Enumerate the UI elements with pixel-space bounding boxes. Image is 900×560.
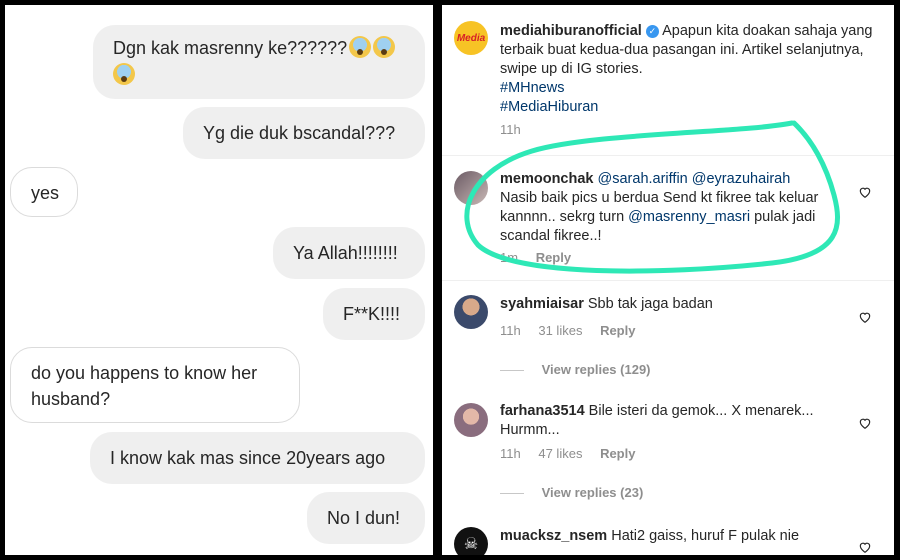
heart-icon[interactable] [858, 185, 872, 199]
message-text: yes [31, 183, 60, 203]
avatar[interactable] [454, 171, 488, 205]
comment-likes[interactable]: 31 likes [538, 323, 582, 338]
comment-meta: 11h 47 likes Reply [500, 446, 649, 461]
verified-badge-icon: ✓ [645, 25, 659, 38]
avatar[interactable] [454, 403, 488, 437]
comment-time: 11h [500, 446, 521, 461]
heart-icon[interactable] [858, 416, 872, 430]
chat-message: Dgn kak masrenny ke?????? [93, 25, 425, 99]
skull-icon: ☠ [463, 536, 479, 553]
mention-link[interactable]: @masrenny_masri [628, 209, 750, 225]
comment-text: syahmiaisar Sbb tak jaga badan [500, 295, 840, 314]
comment-time: 1m [500, 250, 519, 265]
post-meta: 11h [500, 122, 535, 137]
media-logo: Media [456, 32, 486, 44]
comment-username[interactable]: syahmiaisar [500, 296, 584, 312]
reply-button[interactable]: Reply [600, 446, 635, 461]
message-text: I know kak mas since 20years ago [110, 448, 386, 468]
post-time: 11h [500, 122, 521, 137]
chat-message: No I dun! [307, 492, 425, 544]
comment-username[interactable]: muacksz_nsem [500, 528, 607, 544]
chat-message: I know kak mas since 20years ago [90, 432, 425, 484]
mention-link[interactable]: @eyrazuhairah [692, 171, 791, 187]
comment-username[interactable]: farhana3514 [500, 403, 585, 419]
avatar[interactable]: ☠ [454, 527, 488, 555]
chat-message: F**K!!!! [323, 288, 425, 340]
comment-body: Sbb tak jaga badan [587, 296, 713, 312]
hashtag-link[interactable]: #MediaHiburan [500, 98, 875, 117]
message-text: No I dun! [327, 508, 401, 528]
view-replies-label: View replies (129) [541, 362, 651, 377]
heart-icon[interactable] [858, 540, 872, 554]
chat-message: Yg die duk bscandal??? [183, 107, 425, 159]
comment-time: 11h [500, 323, 521, 338]
post-caption: mediahiburanofficial ✓ Apapun kita doaka… [500, 22, 875, 117]
view-replies-label: View replies (23) [541, 485, 644, 500]
comment-username[interactable]: memoonchak [500, 171, 593, 187]
message-text: do you happens to know her husband? [31, 363, 258, 409]
chat-message: do you happens to know her husband? [10, 347, 300, 423]
chat-message: yes [10, 167, 78, 217]
view-replies-button[interactable]: View replies (23) [500, 485, 644, 500]
face-screaming-in-fear-icon [373, 36, 396, 58]
hashtag-link[interactable]: #MHnews [500, 79, 875, 98]
message-text: Ya Allah!!!!!!!! [293, 243, 398, 263]
comments-panel: Media mediahiburanofficial ✓ Apapun kita… [442, 5, 894, 555]
message-text: Yg die duk bscandal??? [203, 123, 396, 143]
comment-meta: 1m Reply [500, 250, 585, 265]
comment-likes[interactable]: 47 likes [538, 446, 582, 461]
divider [442, 155, 894, 156]
chat-message: Ya Allah!!!!!!!! [273, 227, 425, 279]
mention-link[interactable]: @sarah.ariffin [598, 171, 688, 187]
avatar[interactable] [454, 295, 488, 329]
face-screaming-in-fear-icon [113, 63, 135, 85]
comment-text: memoonchak @sarah.ariffin @eyrazuhairah … [500, 170, 830, 246]
message-text: F**K!!!! [343, 304, 401, 324]
comment-text: farhana3514 Bile isteri da gemok... X me… [500, 402, 830, 440]
avatar[interactable]: Media [454, 21, 488, 55]
chat-panel: Dgn kak masrenny ke?????? Yg die duk bsc… [5, 5, 433, 555]
comment-body: Hati2 gaiss, huruf F pulak nie [611, 528, 800, 544]
comment-text: muacksz_nsem Hati2 gaiss, huruf F pulak … [500, 527, 840, 546]
message-text: Dgn kak masrenny ke?????? [113, 38, 348, 58]
reply-button[interactable]: Reply [600, 323, 635, 338]
comment-meta: 11h 31 likes Reply [500, 323, 649, 338]
reply-button[interactable]: Reply [536, 250, 571, 265]
divider [442, 280, 894, 281]
heart-icon[interactable] [858, 310, 872, 324]
view-replies-button[interactable]: View replies (129) [500, 362, 651, 377]
post-username[interactable]: mediahiburanofficial [500, 23, 642, 39]
face-screaming-in-fear-icon [349, 36, 372, 58]
